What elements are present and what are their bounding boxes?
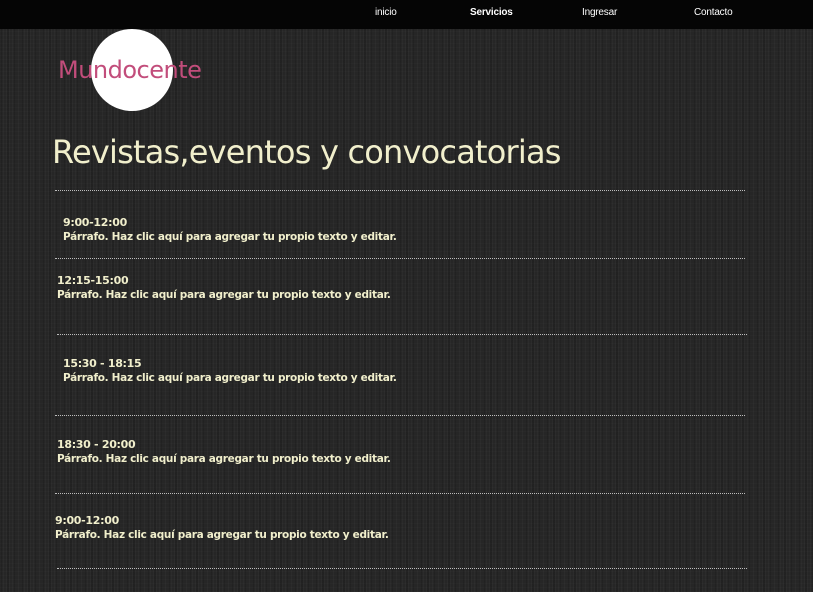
divider <box>55 493 745 494</box>
nav-item-servicios[interactable]: Servicios <box>470 7 513 18</box>
page-title: Revistas,eventos y convocatorias <box>52 133 561 171</box>
divider <box>55 415 745 416</box>
divider <box>55 258 745 259</box>
entry-text[interactable]: Párrafo. Haz clic aquí para agregar tu p… <box>57 452 391 467</box>
nav-item-contacto[interactable]: Contacto <box>694 7 733 18</box>
nav-item-ingresar[interactable]: Ingresar <box>582 7 617 18</box>
schedule-entry: 18:30 - 20:00 Párrafo. Haz clic aquí par… <box>57 437 391 467</box>
entry-text[interactable]: Párrafo. Haz clic aquí para agregar tu p… <box>63 230 397 245</box>
entry-time: 12:15-15:00 <box>57 274 129 287</box>
entry-time: 9:00-12:00 <box>55 514 119 527</box>
schedule-entry: 9:00-12:00 Párrafo. Haz clic aquí para a… <box>55 513 389 543</box>
entry-time: 18:30 - 20:00 <box>57 438 136 451</box>
entry-text[interactable]: Párrafo. Haz clic aquí para agregar tu p… <box>63 371 397 386</box>
nav-item-inicio[interactable]: inicio <box>375 7 397 18</box>
entry-time: 15:30 - 18:15 <box>63 357 142 370</box>
entry-time: 9:00-12:00 <box>63 216 127 229</box>
entry-text[interactable]: Párrafo. Haz clic aquí para agregar tu p… <box>57 288 391 303</box>
divider <box>57 334 747 335</box>
entry-text[interactable]: Párrafo. Haz clic aquí para agregar tu p… <box>55 528 389 543</box>
divider <box>55 190 745 191</box>
schedule-entry: 15:30 - 18:15 Párrafo. Haz clic aquí par… <box>63 356 397 386</box>
schedule-entry: 9:00-12:00 Párrafo. Haz clic aquí para a… <box>63 215 397 245</box>
schedule-entry: 12:15-15:00 Párrafo. Haz clic aquí para … <box>57 273 391 303</box>
top-nav-bar: inicio Servicios Ingresar Contacto <box>0 0 813 29</box>
site-logo[interactable]: Mundocente <box>58 56 202 84</box>
divider <box>57 568 747 569</box>
